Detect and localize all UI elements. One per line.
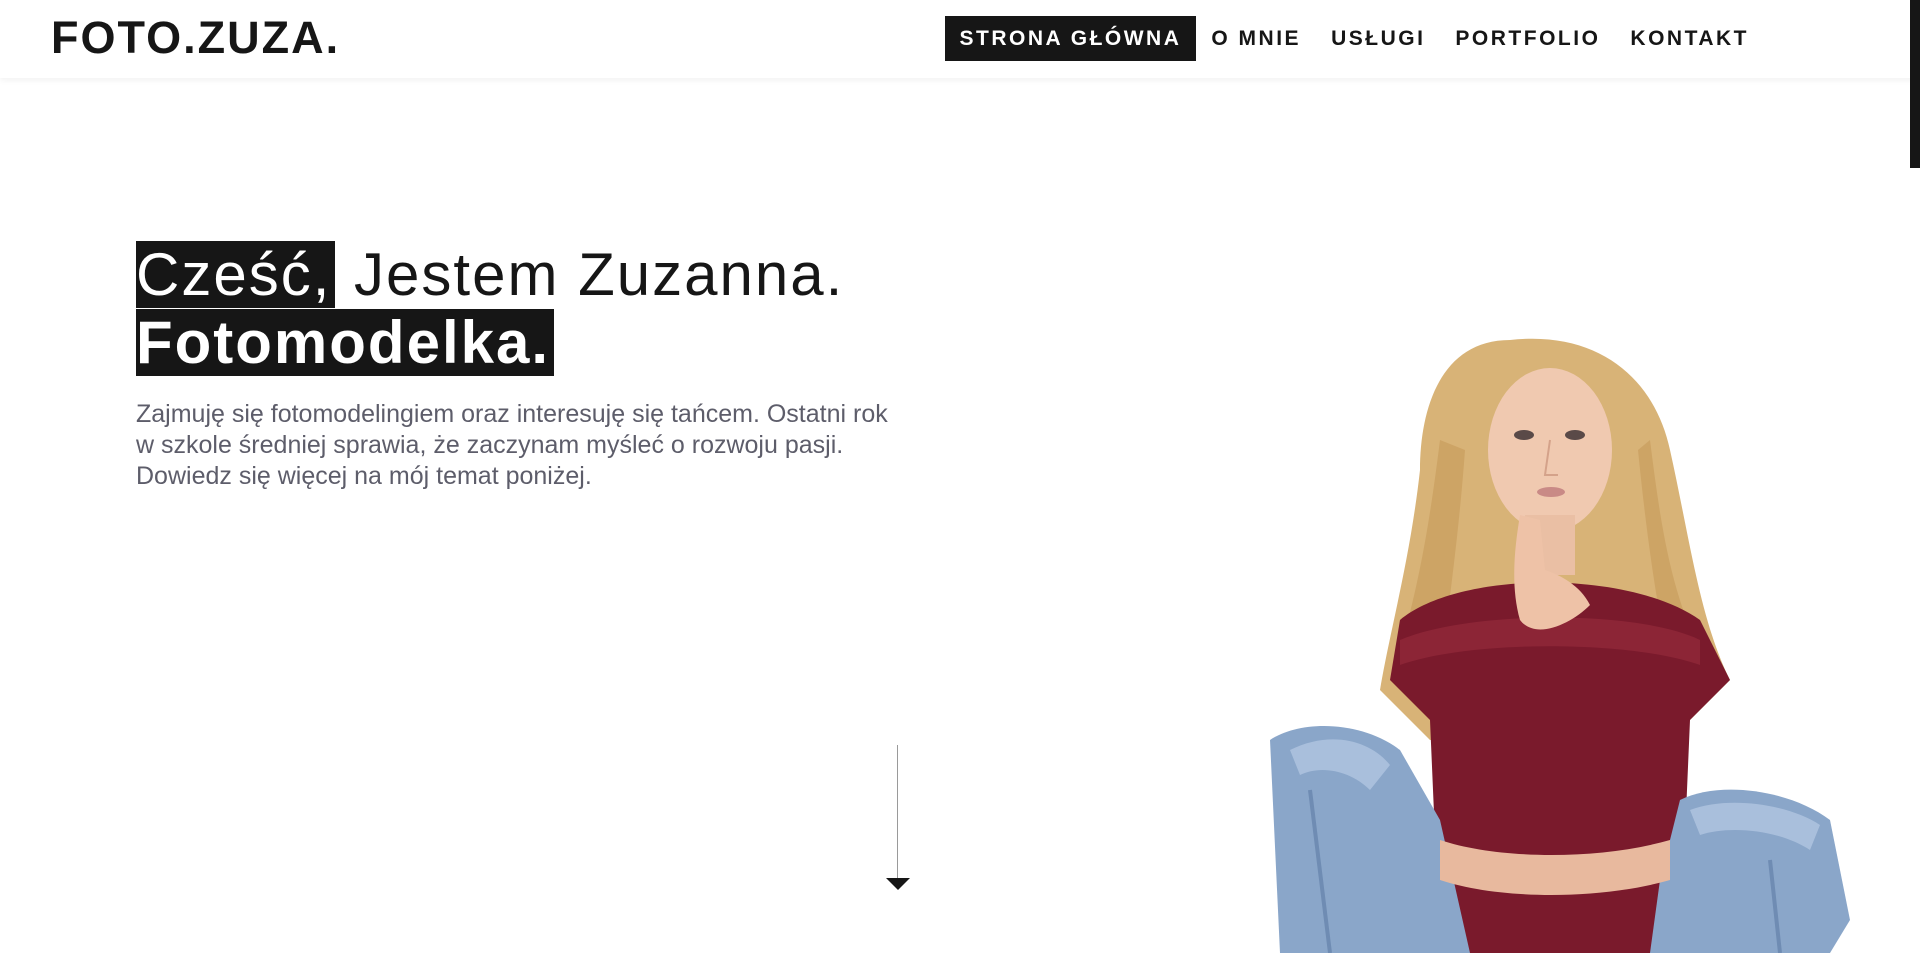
hero-name-line: Jestem Zuzanna. [335,241,845,308]
hero-section: Cześć, Jestem Zuzanna. Fotomodelka. Zajm… [136,241,936,492]
site-logo[interactable]: FOTO.ZUZA. [51,14,340,62]
site-header: FOTO.ZUZA. STRONA GŁÓWNA O MNIE USŁUGI P… [0,0,1920,78]
model-photo [1270,338,1850,953]
nav-item-about[interactable]: O MNIE [1196,16,1316,61]
nav-item-services[interactable]: USŁUGI [1316,16,1440,61]
scrollbar-thumb[interactable] [1910,0,1920,168]
arrow-head [886,878,910,890]
hero-greeting: Cześć, [136,241,336,308]
hero-title: Cześć, Jestem Zuzanna. Fotomodelka. [136,241,936,377]
arrow-line [897,745,898,878]
hero-role: Fotomodelka. [136,309,555,376]
nav-item-portfolio[interactable]: PORTFOLIO [1440,16,1615,61]
nav-item-contact[interactable]: KONTAKT [1615,16,1764,61]
main-nav: STRONA GŁÓWNA O MNIE USŁUGI PORTFOLIO KO… [944,16,1764,61]
nav-item-home[interactable]: STRONA GŁÓWNA [944,16,1197,61]
hero-description: Zajmuję się fotomodelingiem oraz interes… [136,400,888,490]
